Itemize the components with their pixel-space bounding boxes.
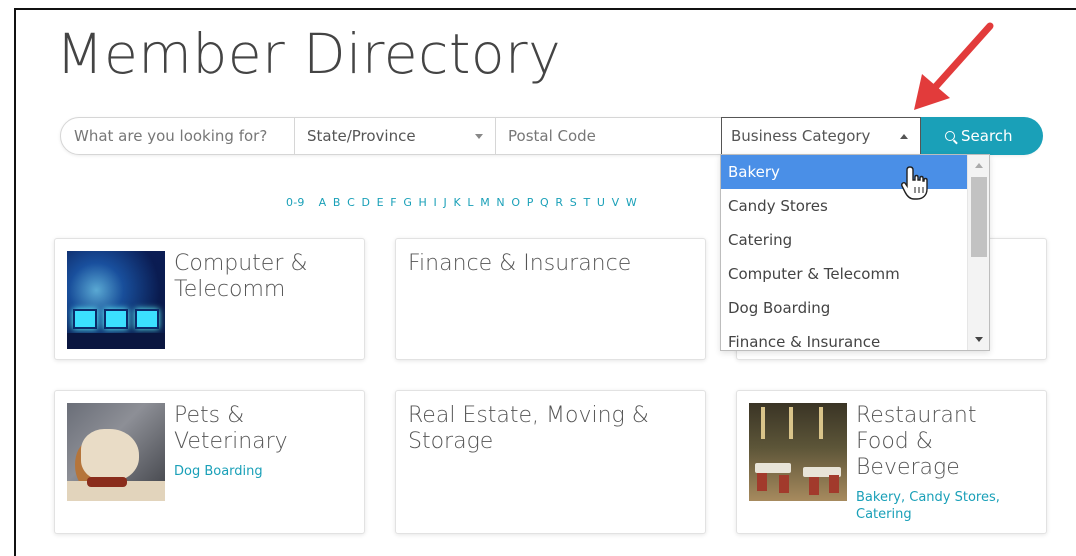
chevron-down-icon [475,134,483,139]
category-card-finance-insurance[interactable]: Finance & Insurance [395,238,706,360]
category-card-pets-veterinary[interactable]: Pets & Veterinary Dog Boarding [54,390,365,534]
chevron-up-icon [900,134,908,139]
alpha-link[interactable]: V [612,196,620,209]
alpha-link[interactable]: N [496,196,504,209]
alpha-link[interactable]: 0-9 [286,196,305,209]
computer-monitors-image [67,251,165,349]
subcategory-link[interactable]: Dog Boarding [174,463,263,480]
alpha-link[interactable]: O [511,196,520,209]
keyword-search-input[interactable]: What are you looking for? [61,118,295,154]
alpha-link[interactable]: E [377,196,384,209]
dropdown-option-bakery[interactable]: Bakery [721,155,967,189]
alpha-link[interactable]: W [626,196,637,209]
subcategory-link[interactable]: Candy Stores [909,490,996,505]
card-title[interactable]: Real Estate, Moving & Storage [408,403,649,455]
dropdown-option-dog-boarding[interactable]: Dog Boarding [721,291,967,325]
dropdown-option-catering[interactable]: Catering [721,223,967,257]
alpha-link[interactable]: H [419,196,427,209]
scrollbar-thumb[interactable] [971,177,987,257]
restaurant-image [749,403,847,501]
alpha-link[interactable]: M [480,196,490,209]
dog-image [67,403,165,501]
business-category-label: Business Category [731,127,871,145]
alpha-link[interactable]: R [555,196,563,209]
card-title[interactable]: Computer & Telecomm [174,251,308,303]
alpha-link[interactable]: F [390,196,397,209]
subcategory-link[interactable]: Catering [856,507,912,522]
alpha-link[interactable]: B [333,196,341,209]
dropdown-option-computer-telecomm[interactable]: Computer & Telecomm [721,257,967,291]
subcategory-links: Bakery, Candy Stores, Catering [856,490,1000,522]
search-bar: What are you looking for? State/Province… [60,117,1043,155]
page-title: Member Directory [56,22,562,86]
alpha-link[interactable]: U [597,196,605,209]
scroll-up-icon[interactable] [975,163,983,168]
search-button[interactable]: Search [921,117,1043,155]
alpha-link[interactable]: L [467,196,473,209]
dropdown-option-candy-stores[interactable]: Candy Stores [721,189,967,223]
alphabet-filter: 0-9 A B C D E F G H I J K L M N O P Q R S T U V W [286,196,643,212]
card-title[interactable]: Finance & Insurance [408,251,631,277]
business-category-dropdown: Bakery Candy Stores Catering Computer & … [720,154,990,351]
category-card-restaurant[interactable]: Restaurant Food & Beverage Bakery, Candy S… [736,390,1047,534]
alpha-link[interactable]: T [583,196,590,209]
alpha-link[interactable]: D [361,196,370,209]
card-title[interactable]: Restaurant Food & Beverage [856,403,976,481]
scroll-down-icon[interactable] [975,337,983,342]
alpha-link[interactable]: P [527,196,534,209]
alpha-link[interactable]: Q [540,196,549,209]
category-card-computer-telecomm[interactable]: Computer & Telecomm [54,238,365,360]
card-title[interactable]: Pets & Veterinary [174,403,288,455]
red-arrow-icon [914,22,994,110]
alpha-link[interactable]: I [434,196,437,209]
postal-code-input[interactable]: Postal Code [496,118,721,154]
state-province-label: State/Province [307,127,416,145]
alpha-link[interactable]: G [403,196,412,209]
dropdown-option-finance-insurance[interactable]: Finance & Insurance [721,325,967,350]
state-province-select[interactable]: State/Province [295,118,496,154]
search-icon [945,131,955,141]
alpha-link[interactable]: K [453,196,460,209]
dropdown-scrollbar[interactable] [967,155,989,350]
alpha-link[interactable]: A [319,196,327,209]
business-category-select[interactable]: Business Category [721,117,921,155]
subcategory-link[interactable]: Bakery [856,490,901,505]
alpha-link[interactable]: S [570,196,577,209]
alpha-link[interactable]: J [443,196,446,209]
hand-pointer-icon [901,166,928,200]
alpha-link[interactable]: C [347,196,355,209]
search-button-label: Search [961,127,1013,145]
category-card-real-estate[interactable]: Real Estate, Moving & Storage [395,390,706,534]
